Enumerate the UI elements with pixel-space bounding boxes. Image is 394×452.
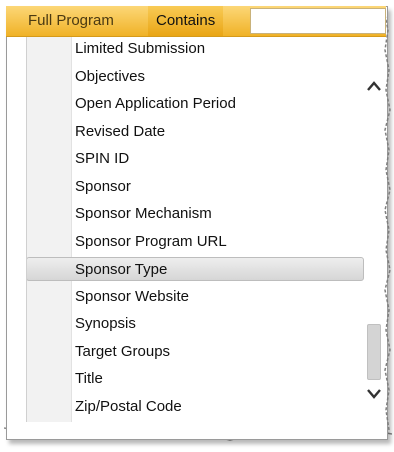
search-input[interactable] bbox=[250, 8, 386, 34]
list-item[interactable]: Sponsor Type bbox=[27, 257, 364, 281]
list-item-label: Objectives bbox=[75, 67, 146, 85]
filter-header: Full Program Contains bbox=[6, 6, 386, 37]
list-item[interactable]: Sponsor Program URL bbox=[27, 230, 365, 254]
list-item-label: Target Groups bbox=[75, 342, 171, 360]
scroll-track[interactable] bbox=[367, 100, 381, 380]
chevron-down-icon[interactable] bbox=[364, 384, 384, 404]
list-item[interactable]: Revised Date bbox=[27, 120, 365, 144]
list-item[interactable]: Open Application Period bbox=[27, 92, 365, 116]
list-item-label: Zip/Postal Code bbox=[75, 397, 182, 415]
dropdown-screenshot: Full Program Contains Limited Submission… bbox=[0, 0, 394, 452]
torn-shadow-decoration bbox=[383, 10, 391, 430]
list-item-label: Open Application Period bbox=[75, 95, 236, 112]
list-item[interactable]: Limited Submission bbox=[27, 37, 365, 61]
list-item-label: Sponsor Mechanism bbox=[75, 205, 212, 222]
field-selector[interactable]: Full Program bbox=[20, 6, 122, 36]
list-item[interactable]: Objectives bbox=[27, 65, 365, 89]
list-item[interactable]: SPIN ID bbox=[27, 147, 365, 171]
list-item[interactable]: Zip/Postal Code bbox=[27, 395, 365, 419]
list-item-label: Revised Date bbox=[75, 122, 166, 140]
operator-selector-label: Contains bbox=[156, 12, 216, 29]
list-item[interactable]: Sponsor Mechanism bbox=[27, 202, 365, 226]
list-item[interactable]: Sponsor bbox=[27, 175, 365, 199]
operator-selector[interactable]: Contains bbox=[148, 6, 224, 36]
list-item[interactable]: Synopsis bbox=[27, 312, 365, 336]
list-item-label: Limited Submission bbox=[75, 40, 206, 57]
list-item-label: Sponsor Website bbox=[75, 287, 189, 305]
field-list: Limited Submission Objectives Open Applica… bbox=[26, 37, 365, 422]
field-selector-label: Full Program bbox=[28, 12, 114, 29]
scroll-thumb[interactable] bbox=[367, 324, 381, 380]
list-item-label: Sponsor Type bbox=[75, 261, 168, 278]
list-item[interactable]: Sponsor Website bbox=[27, 285, 365, 309]
list-item-label: Sponsor bbox=[75, 177, 131, 195]
list-item-label: Sponsor Program URL bbox=[75, 232, 227, 250]
list-item-label: SPIN ID bbox=[75, 150, 130, 167]
chevron-up-icon[interactable] bbox=[364, 76, 384, 96]
list-item[interactable]: Title bbox=[27, 367, 365, 391]
list-item-label: Synopsis bbox=[75, 315, 136, 332]
list-item[interactable]: Target Groups bbox=[27, 340, 365, 364]
list-scrollbar[interactable] bbox=[364, 60, 384, 412]
list-item-label: Title bbox=[75, 370, 103, 387]
